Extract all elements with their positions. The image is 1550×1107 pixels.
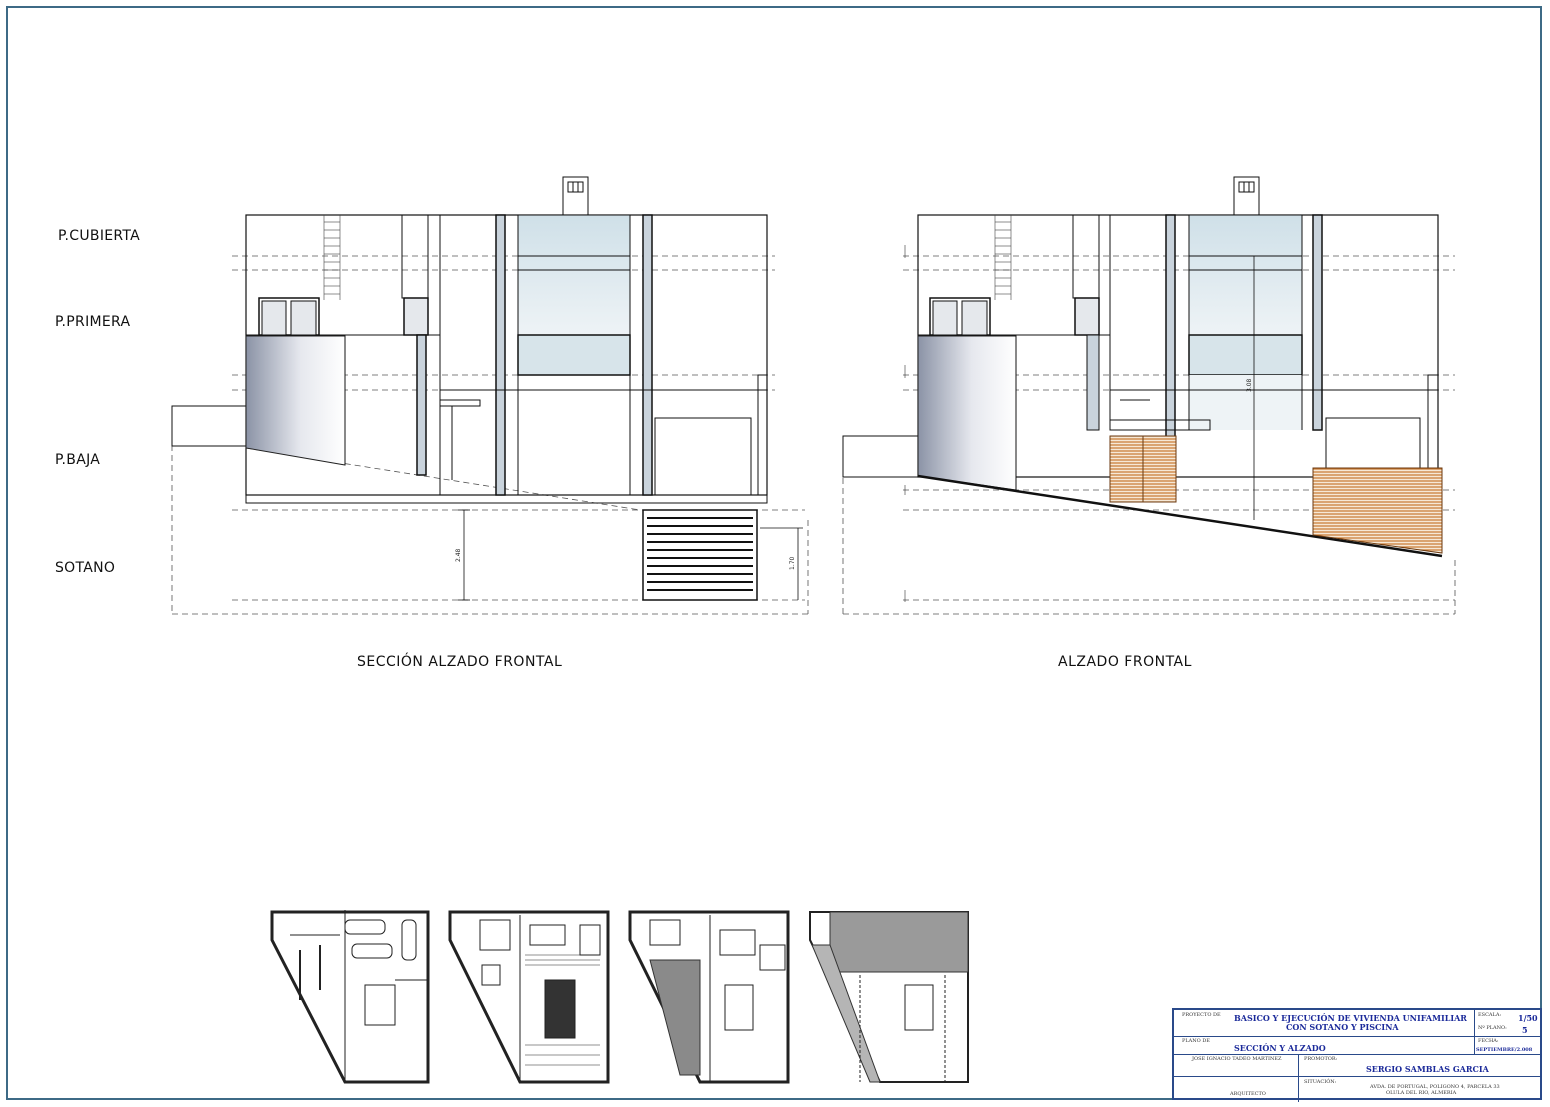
fecha-value: SEPTIEMBRE/2.008 — [1476, 1047, 1533, 1053]
glazing-upper-right — [1188, 214, 1303, 336]
garage-door-left — [642, 509, 758, 601]
chimney-right — [1233, 176, 1260, 216]
proyecto-line-2: CON SOTANO Y PISCINA — [1286, 1022, 1399, 1032]
garden-wall-left — [171, 405, 247, 447]
title-block: PROYECTO DE BASICO Y EJECUCIÓN DE VIVIEN… — [1172, 1008, 1542, 1102]
situacion-line-2: OLULA DEL RIO, ALMERIA — [1386, 1090, 1457, 1096]
promotor-label: PROMOTOR: — [1304, 1056, 1338, 1062]
plano-num-label: Nº PLANO: — [1478, 1025, 1507, 1031]
escala-label: ESCALA: — [1478, 1012, 1502, 1018]
proyecto-label: PROYECTO DE — [1182, 1012, 1221, 1018]
autor-role: ARQUITECTO — [1230, 1091, 1266, 1097]
plano-label: PLANO DE — [1182, 1038, 1211, 1044]
shaded-wall-right — [917, 335, 1017, 491]
chimney-left — [562, 176, 589, 216]
garden-wall-right — [842, 435, 919, 478]
floor-plan-thumbnails — [270, 910, 969, 1084]
situacion-label: SITUACIÓN: — [1304, 1079, 1337, 1085]
roof-ladder-left — [323, 215, 341, 300]
dimension-label-1: 2.48 — [455, 548, 462, 562]
glazing-upper-left — [517, 214, 631, 336]
section-elevation-drawing — [171, 176, 809, 615]
floor-plan-roof — [809, 911, 969, 1083]
promotor-value: SERGIO SAMBLAS GARCIA — [1366, 1064, 1489, 1074]
floor-plan-basement — [270, 910, 430, 1084]
shaded-wall-left — [245, 335, 346, 466]
floor-plan-first — [628, 910, 790, 1084]
glazing-middle-left — [517, 334, 631, 376]
fecha-label: FECHA: — [1478, 1038, 1499, 1044]
drawing-canvas: 2.48 1.70 3.08 — [171, 176, 1456, 1084]
roof-ladder-right — [994, 215, 1012, 300]
dimension-label-2: 1.70 — [789, 556, 796, 570]
front-elevation-drawing — [842, 176, 1456, 615]
plano-num-value: 5 — [1522, 1025, 1528, 1035]
glazing-middle-right — [1188, 334, 1303, 376]
plano-value: SECCIÓN Y ALZADO — [1234, 1043, 1326, 1053]
floor-plan-ground — [448, 910, 610, 1084]
dimension-label-3: 3.08 — [1246, 378, 1253, 392]
autor-name: JOSE IGNACIO TADEO MARTINEZ — [1192, 1056, 1282, 1062]
escala-value: 1/50 — [1518, 1013, 1538, 1023]
